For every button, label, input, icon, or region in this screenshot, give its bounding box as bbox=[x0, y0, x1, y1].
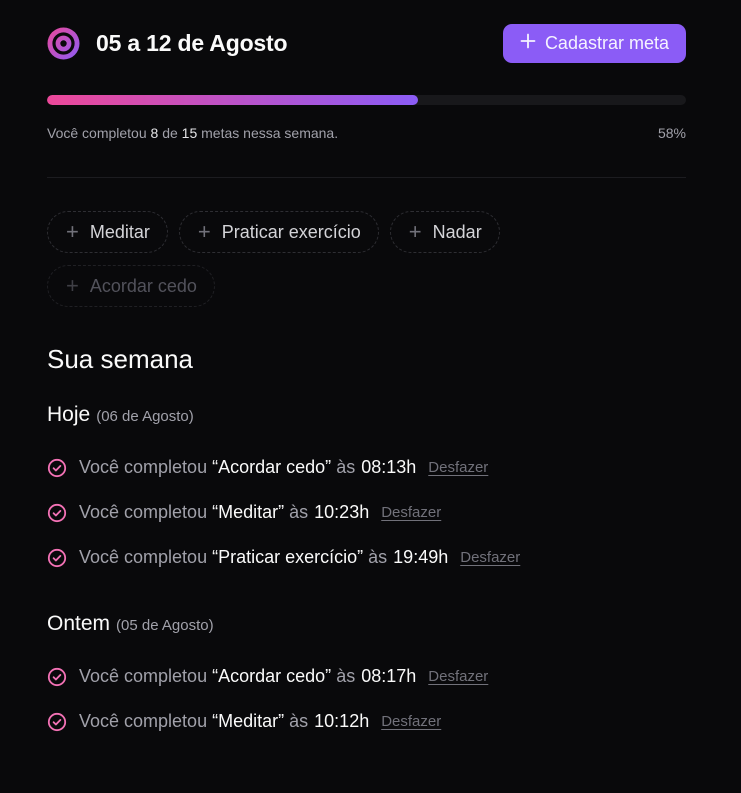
completion-at: às bbox=[336, 457, 356, 477]
completion-at: às bbox=[289, 502, 309, 522]
progress-text-suffix: metas nessa semana. bbox=[201, 125, 339, 141]
plus-icon: + bbox=[66, 273, 79, 298]
completion-list: Você completou “Acordar cedo” às 08:17h De… bbox=[47, 654, 686, 744]
check-circle-icon bbox=[47, 458, 67, 478]
completion-time: 10:23h bbox=[314, 502, 370, 522]
goal-chip: + Acordar cedo bbox=[47, 265, 215, 307]
day-name: Hoje bbox=[47, 403, 91, 426]
progress-text: Você completou 8 de 15 metas nessa seman… bbox=[47, 125, 338, 141]
completion-item: Você completou “Acordar cedo” às 08:17h De… bbox=[47, 654, 686, 699]
goal-chip-label: Meditar bbox=[89, 221, 150, 242]
progress-percent: 58% bbox=[657, 125, 686, 141]
completion-item: Você completou “Meditar” às 10:23h Desfaze… bbox=[47, 490, 686, 535]
pending-goals: + Meditar + Praticar exercício + Nadar + Acorda… bbox=[47, 211, 607, 307]
completion-prefix: Você completou bbox=[79, 457, 208, 477]
goal-chip[interactable]: + Meditar bbox=[47, 211, 168, 253]
goal-chip-label: Praticar exercício bbox=[221, 221, 361, 242]
completion-goal: “Acordar cedo” bbox=[212, 457, 332, 477]
completion-goal: “Meditar” bbox=[212, 711, 285, 731]
completion-prefix: Você completou bbox=[79, 502, 208, 522]
add-goal-button[interactable]: Cadastrar meta bbox=[502, 24, 686, 63]
plus-icon: + bbox=[408, 219, 422, 244]
undo-link[interactable]: Desfazer bbox=[428, 668, 488, 685]
undo-link[interactable]: Desfazer bbox=[381, 504, 441, 521]
completion-item: Você completou “Praticar exercício” às 19… bbox=[47, 535, 686, 580]
page-title: 05 a 12 de Agosto bbox=[96, 30, 288, 56]
completion-list: Você completou “Acordar cedo” às 08:13h De… bbox=[47, 445, 686, 580]
day-header: Ontem (05 de Agosto) bbox=[47, 612, 686, 636]
plus-icon bbox=[520, 33, 536, 54]
completion-at: às bbox=[289, 711, 309, 731]
goal-chip[interactable]: + Praticar exercício bbox=[178, 211, 379, 253]
goal-chip[interactable]: + Nadar bbox=[389, 211, 500, 253]
progress-bar bbox=[47, 95, 686, 105]
week-days: Hoje (06 de Agosto) Você completou “Acorda… bbox=[47, 403, 686, 744]
completion-time: 08:13h bbox=[361, 457, 417, 477]
plus-icon: + bbox=[197, 219, 211, 244]
check-circle-icon bbox=[47, 548, 67, 568]
week-title: Sua semana bbox=[47, 344, 193, 374]
weekly-summary: 05 a 12 de Agosto Cadastrar meta Você co… bbox=[47, 24, 686, 744]
completion-item: Você completou “Meditar” às 10:12h Desfaze… bbox=[47, 699, 686, 744]
completion-prefix: Você completou bbox=[79, 547, 208, 567]
day-header: Hoje (06 de Agosto) bbox=[47, 403, 686, 427]
goal-chip-label: Nadar bbox=[432, 221, 482, 242]
progress-section: Você completou 8 de 15 metas nessa seman… bbox=[47, 95, 686, 141]
check-circle-icon bbox=[47, 712, 67, 732]
day-name: Ontem bbox=[47, 612, 111, 635]
completion-goal: “Praticar exercício” bbox=[212, 547, 364, 567]
day-section: Hoje (06 de Agosto) Você completou “Acorda… bbox=[47, 403, 686, 580]
progress-text-prefix: Você completou bbox=[47, 125, 147, 141]
progress-bar-fill bbox=[47, 95, 418, 105]
completed-count: 8 bbox=[150, 125, 159, 141]
check-circle-icon bbox=[47, 503, 67, 523]
undo-link[interactable]: Desfazer bbox=[381, 713, 441, 730]
header-left: 05 a 12 de Agosto bbox=[47, 27, 288, 60]
total-count: 15 bbox=[181, 125, 198, 141]
progress-text-middle: de bbox=[162, 125, 178, 141]
undo-link[interactable]: Desfazer bbox=[460, 549, 520, 566]
goal-chip-label: Acordar cedo bbox=[89, 275, 197, 296]
completion-goal: “Acordar cedo” bbox=[212, 666, 332, 686]
completion-time: 19:49h bbox=[393, 547, 449, 567]
completion-item: Você completou “Acordar cedo” às 08:13h De… bbox=[47, 445, 686, 490]
target-ring-icon bbox=[47, 27, 80, 60]
plus-icon: + bbox=[66, 219, 79, 244]
completion-at: às bbox=[336, 666, 356, 686]
add-goal-label: Cadastrar meta bbox=[544, 33, 669, 53]
day-date: (06 de Agosto) bbox=[96, 408, 194, 425]
completion-goal: “Meditar” bbox=[212, 502, 285, 522]
check-circle-icon bbox=[47, 667, 67, 687]
completion-time: 10:12h bbox=[314, 711, 370, 731]
undo-link[interactable]: Desfazer bbox=[428, 459, 488, 476]
completion-time: 08:17h bbox=[361, 666, 417, 686]
divider bbox=[47, 177, 686, 178]
header: 05 a 12 de Agosto Cadastrar meta bbox=[47, 24, 686, 63]
day-date: (05 de Agosto) bbox=[116, 617, 214, 634]
day-section: Ontem (05 de Agosto) Você completou “Acord… bbox=[47, 612, 686, 744]
progress-info: Você completou 8 de 15 metas nessa seman… bbox=[47, 125, 686, 141]
completion-at: às bbox=[368, 547, 388, 567]
completion-prefix: Você completou bbox=[79, 666, 208, 686]
completion-prefix: Você completou bbox=[79, 711, 208, 731]
